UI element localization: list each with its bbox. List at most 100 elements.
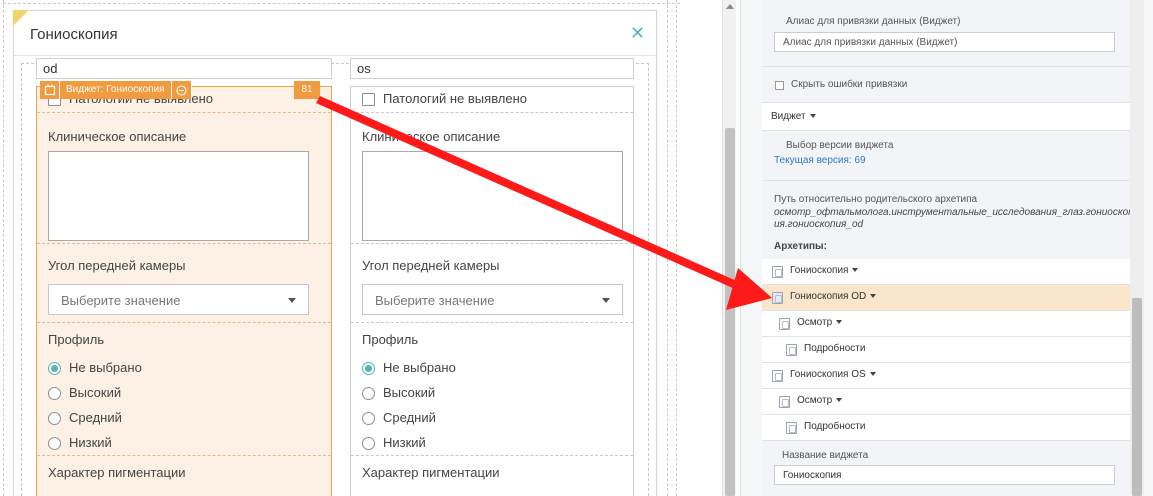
widget-toolbar-label[interactable]: Виджет: Гониоскопия xyxy=(60,81,172,99)
caret-down-icon xyxy=(836,398,843,403)
close-icon[interactable]: ✕ xyxy=(630,24,645,42)
profile-radio-low[interactable] xyxy=(362,437,375,450)
archetype-dropdown[interactable]: Гониоскопия OD xyxy=(790,291,877,302)
profile-label: Профиль xyxy=(362,332,419,347)
column-name-os[interactable]: os xyxy=(350,58,634,79)
section-divider xyxy=(37,455,331,456)
no-pathology-checkbox[interactable] xyxy=(362,93,375,106)
archetype-label: Подробности xyxy=(804,421,866,432)
hide-errors-checkbox[interactable] xyxy=(775,81,784,90)
widget-name-label: Название виджета xyxy=(782,450,869,461)
section-divider xyxy=(351,455,633,456)
widget-name-section: Название виджета Гониоскопия xyxy=(762,441,1130,496)
profile-label: Профиль xyxy=(48,332,105,347)
column-od[interactable]: od Патологий не выявлено Клиническое опи… xyxy=(36,58,332,496)
angle-select[interactable]: Выберите значение xyxy=(48,284,309,315)
canvas-scrollbar[interactable] xyxy=(722,0,736,496)
path-value: ия.гониоскопия_od xyxy=(774,219,864,230)
archetype-row-selected[interactable]: Гониоскопия OD xyxy=(762,285,1130,311)
widget-select-button[interactable] xyxy=(40,81,60,99)
angle-label: Угол передней камеры xyxy=(48,258,186,273)
angle-select-placeholder: Выберите значение xyxy=(375,293,495,308)
archetype-row[interactable]: Подробности xyxy=(762,415,1130,441)
scroll-up-icon[interactable] xyxy=(726,4,734,9)
column-os[interactable]: os Патологий не выявлено Клиническое опи… xyxy=(350,58,634,496)
hide-errors-label: Скрыть ошибки привязки xyxy=(791,79,908,90)
archetypes-label: Архетипы: xyxy=(774,241,827,252)
profile-radio-none[interactable] xyxy=(362,362,375,375)
designer-canvas: Гониоскопия ✕ od Патологий не выявлено К… xyxy=(0,0,740,496)
widget-dropdown[interactable]: Виджет xyxy=(771,111,816,122)
archetype-row[interactable]: Гониоскопия xyxy=(762,259,1130,285)
clinical-description-label: Клиническое описание xyxy=(362,129,501,144)
archetype-row[interactable]: Осмотр xyxy=(762,389,1130,415)
panel-scrollbar[interactable] xyxy=(1130,0,1144,496)
profile-radio-low[interactable] xyxy=(48,437,61,450)
angle-label: Угол передней камеры xyxy=(362,258,500,273)
profile-option-label: Низкий xyxy=(383,435,426,450)
archetype-icon xyxy=(786,344,797,356)
profile-option-label: Средний xyxy=(69,410,122,425)
archetype-dropdown[interactable]: Осмотр xyxy=(797,317,843,328)
clinical-description-textarea[interactable] xyxy=(362,151,623,241)
alias-section: Алиас для привязки данных (Виджет) Алиас… xyxy=(762,0,1130,67)
chevron-down-icon xyxy=(288,298,296,303)
widget-icon xyxy=(44,84,55,96)
caret-down-icon xyxy=(836,320,843,325)
caret-down-icon xyxy=(809,114,816,119)
clinical-description-textarea[interactable] xyxy=(48,151,309,241)
chevron-down-icon xyxy=(602,298,610,303)
title-divider xyxy=(14,55,656,56)
profile-option-label: Средний xyxy=(383,410,436,425)
scrollbar-thumb[interactable] xyxy=(1132,298,1142,496)
path-section: Путь относительно родительского архетипа… xyxy=(762,181,1134,260)
angle-select-placeholder: Выберите значение xyxy=(61,293,181,308)
pigmentation-label: Характер пигментации xyxy=(362,465,500,480)
archetype-icon xyxy=(779,396,790,408)
widget-toolbar: Виджет: Гониоскопия xyxy=(40,81,192,99)
archetype-row[interactable]: Осмотр xyxy=(762,311,1130,337)
profile-radio-medium[interactable] xyxy=(362,412,375,425)
version-section: Выбор версии виджета Текущая версия: 69 xyxy=(762,131,1130,181)
current-version-link[interactable]: Текущая версия: 69 xyxy=(774,155,866,166)
profile-radio-high[interactable] xyxy=(48,387,61,400)
profile-radio-high[interactable] xyxy=(362,387,375,400)
column-name-od[interactable]: od xyxy=(36,58,332,79)
profile-radio-none[interactable] xyxy=(48,362,61,375)
scrollbar-thumb[interactable] xyxy=(725,128,735,496)
version-label: Выбор версии виджета xyxy=(786,140,894,151)
angle-select[interactable]: Выберите значение xyxy=(362,284,623,315)
no-pathology-label: Патологий не выявлено xyxy=(383,91,528,106)
path-label: Путь относительно родительского архетипа xyxy=(774,194,978,205)
archetype-dropdown[interactable]: Осмотр xyxy=(797,395,843,406)
archetype-row[interactable]: Гониоскопия OS xyxy=(762,363,1130,389)
archetype-dropdown[interactable]: Гониоскопия OS xyxy=(790,369,876,380)
profile-option-label: Высокий xyxy=(383,385,436,400)
profile-option-label: Не выбрано xyxy=(69,360,142,375)
archetype-icon xyxy=(786,422,797,434)
section-divider xyxy=(37,322,331,323)
minus-circle-icon xyxy=(176,84,187,96)
archetype-label: Гониоскопия OS xyxy=(790,369,866,380)
layout-guide xyxy=(3,0,4,496)
archetype-dropdown[interactable]: Гониоскопия xyxy=(790,265,859,276)
archetype-label: Подробности xyxy=(804,343,866,354)
column-body-od[interactable]: Патологий не выявлено Клиническое описан… xyxy=(36,86,332,496)
archetype-label: Гониоскопия xyxy=(790,265,849,276)
archetype-label: Осмотр xyxy=(797,395,833,406)
archetype-row[interactable]: Подробности xyxy=(762,337,1130,363)
column-body-os[interactable]: Патологий не выявлено Клиническое описан… xyxy=(350,86,634,496)
layout-guide xyxy=(3,3,680,4)
profile-option-label: Низкий xyxy=(69,435,112,450)
clinical-description-label: Клиническое описание xyxy=(48,129,187,144)
archetype-icon xyxy=(779,318,790,330)
alias-input[interactable]: Алиас для привязки данных (Виджет) xyxy=(774,32,1115,52)
profile-radio-medium[interactable] xyxy=(48,412,61,425)
pigmentation-label: Характер пигментации xyxy=(48,465,186,480)
archetype-label: Гониоскопия OD xyxy=(790,291,867,302)
collapse-button[interactable] xyxy=(171,81,192,99)
profile-option-label: Не выбрано xyxy=(383,360,456,375)
section-divider xyxy=(37,112,331,113)
widget-name-input[interactable]: Гониоскопия xyxy=(774,465,1115,485)
section-divider xyxy=(351,112,633,113)
